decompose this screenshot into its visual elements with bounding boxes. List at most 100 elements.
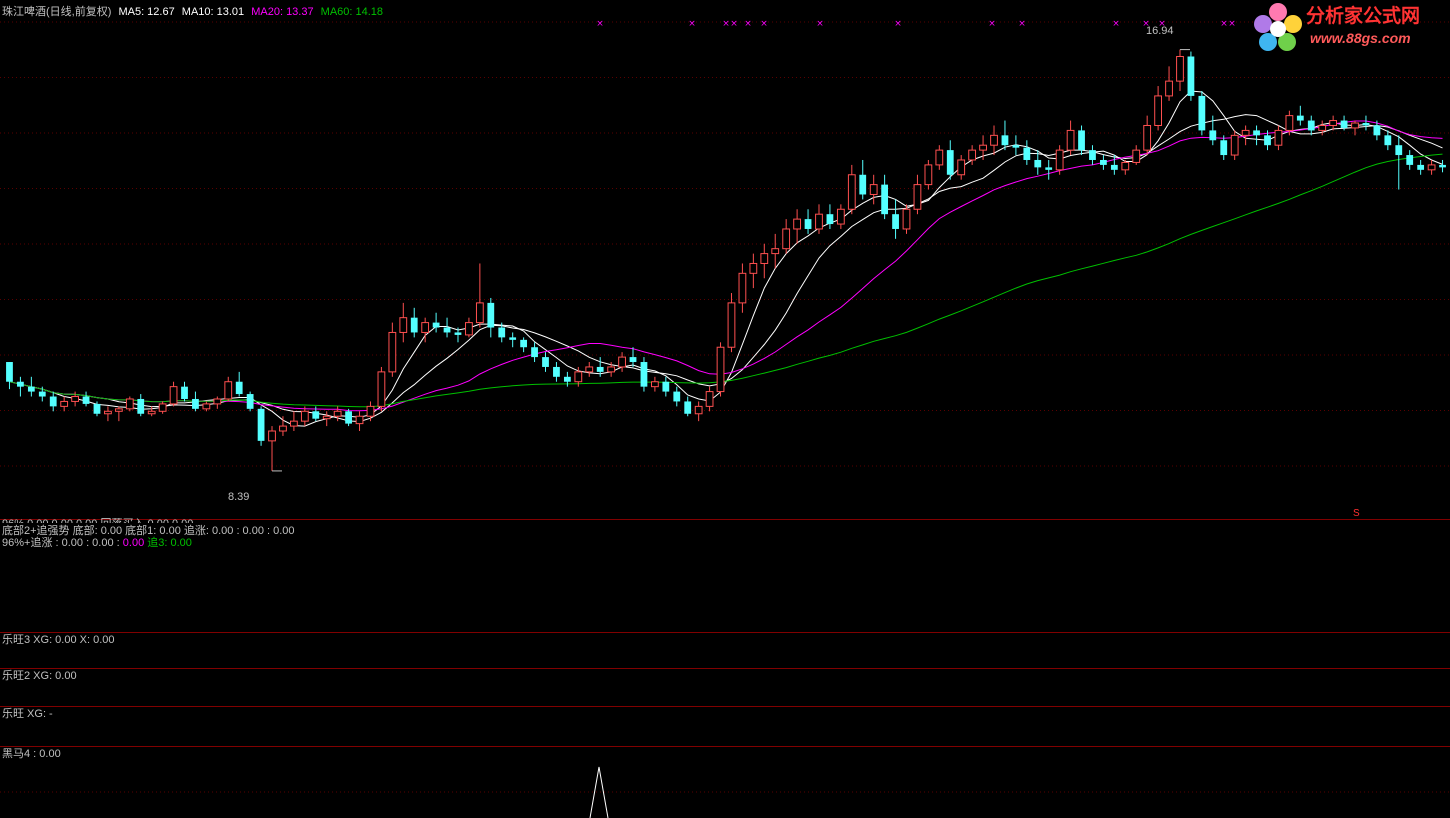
candle-down: [1198, 95, 1206, 131]
candle-down: [826, 214, 834, 225]
candle-down: [181, 386, 188, 399]
candle-up: [957, 159, 966, 176]
candle-down: [235, 381, 243, 395]
candle-down: [662, 381, 670, 392]
ma60-value: MA60: 14.18: [320, 6, 384, 18]
signal-marker: ×: [1018, 19, 1026, 29]
candle-down: [345, 411, 352, 424]
candle-up: [114, 408, 123, 412]
candle-up: [727, 302, 736, 348]
candle-up: [1274, 129, 1283, 146]
signal-marker: ×: [688, 19, 696, 29]
candle-up: [990, 134, 998, 146]
candle-down: [1034, 159, 1042, 168]
candle-down: [859, 174, 867, 195]
sell-marker: S: [1353, 508, 1360, 519]
candle-up: [651, 381, 659, 388]
candle-down: [946, 150, 954, 175]
candle-down: [509, 337, 517, 340]
candle-up: [1066, 129, 1075, 151]
site-logo: 分析家公式网 www.88gs.com: [1252, 2, 1448, 54]
candle-up: [399, 317, 408, 333]
candle-down: [1362, 123, 1370, 126]
candle-down: [1307, 120, 1315, 131]
candle-up: [716, 346, 725, 393]
candle-down: [1373, 125, 1381, 136]
candle-up: [465, 322, 473, 336]
candle-up: [366, 405, 375, 417]
candle-up: [1427, 164, 1436, 171]
candle-down: [1406, 155, 1414, 165]
candle-down: [246, 394, 254, 409]
candle-down: [520, 339, 528, 348]
signal-marker: ×: [894, 19, 902, 29]
candle-down: [49, 396, 57, 407]
candle-down: [1045, 167, 1053, 170]
candle-down: [1264, 135, 1271, 146]
ma20-line: [9, 120, 1443, 412]
candle-up: [1351, 122, 1359, 129]
candle-down: [1340, 120, 1348, 128]
high-price-label: 16.94: [1146, 25, 1174, 37]
candle-down: [1001, 135, 1009, 146]
candle-up: [705, 391, 714, 407]
panel1-line1: 底部2+追强势 底部: 0.00 底部1: 0.00 追涨: 0.00 : 0.…: [2, 525, 295, 537]
candle-up: [1176, 55, 1184, 82]
candle-down: [563, 376, 571, 382]
candle-down: [454, 332, 462, 335]
candle-down: [1253, 130, 1260, 136]
signal-marker: ×: [722, 19, 730, 29]
candle-up: [1329, 120, 1338, 126]
candle-down: [1384, 135, 1392, 146]
candle-up: [869, 184, 878, 195]
candle-up: [607, 366, 616, 373]
candle-down: [443, 327, 451, 333]
panel1-line2-a: 96%+追涨 : 0.00 : 0.00 :: [2, 537, 120, 549]
candle-up: [1132, 149, 1141, 163]
candle-down: [881, 184, 889, 215]
candle-down: [684, 401, 692, 414]
candle-up: [1230, 134, 1239, 156]
low-price-label: 8.39: [228, 491, 250, 503]
candle-down: [629, 357, 637, 363]
candle-up: [202, 403, 211, 410]
panel1-line2-b: 0.00: [122, 537, 145, 549]
candle-down: [542, 357, 549, 367]
candle-up: [979, 144, 987, 151]
panel1-line2-c: 追3: 0.00: [147, 537, 192, 549]
candle-up: [333, 410, 342, 417]
candle-up: [694, 405, 703, 415]
candle-up: [1055, 149, 1064, 171]
candle-up: [793, 218, 801, 230]
candle-up: [815, 213, 823, 230]
candle-up: [421, 322, 430, 333]
candle-down: [1078, 130, 1085, 151]
logo-url: www.88gs.com: [1310, 30, 1411, 46]
candle-down: [487, 302, 495, 328]
panel1-label-2: 96%+追涨 : 0.00 : 0.00 : 0.00 追3: 0.00: [2, 537, 192, 550]
candle-up: [279, 425, 287, 432]
panel3-label: 乐旺2 XG: 0.00: [2, 670, 77, 682]
candle-up: [268, 430, 276, 442]
candle-up: [169, 386, 178, 405]
candle-down: [1012, 145, 1020, 148]
candle-down: [531, 347, 538, 358]
candle-up: [738, 272, 747, 304]
candle-up: [1318, 124, 1327, 131]
candle-down: [137, 398, 145, 414]
ma10-value: MA10: 13.01: [181, 6, 245, 18]
signal-marker: ×: [1112, 19, 1120, 29]
candle-up: [213, 398, 222, 405]
candle-down: [804, 219, 812, 229]
candle-down: [1209, 130, 1217, 141]
candle-up: [847, 174, 856, 210]
candle-up: [618, 356, 626, 368]
candle-up: [585, 366, 594, 373]
candle-up: [388, 331, 397, 373]
signal-marker: ×: [816, 19, 824, 29]
ma10-line: [9, 114, 1443, 423]
candle-down: [93, 403, 101, 414]
candle-down: [432, 322, 440, 328]
candle-up: [71, 396, 79, 402]
candle-up: [475, 302, 484, 324]
